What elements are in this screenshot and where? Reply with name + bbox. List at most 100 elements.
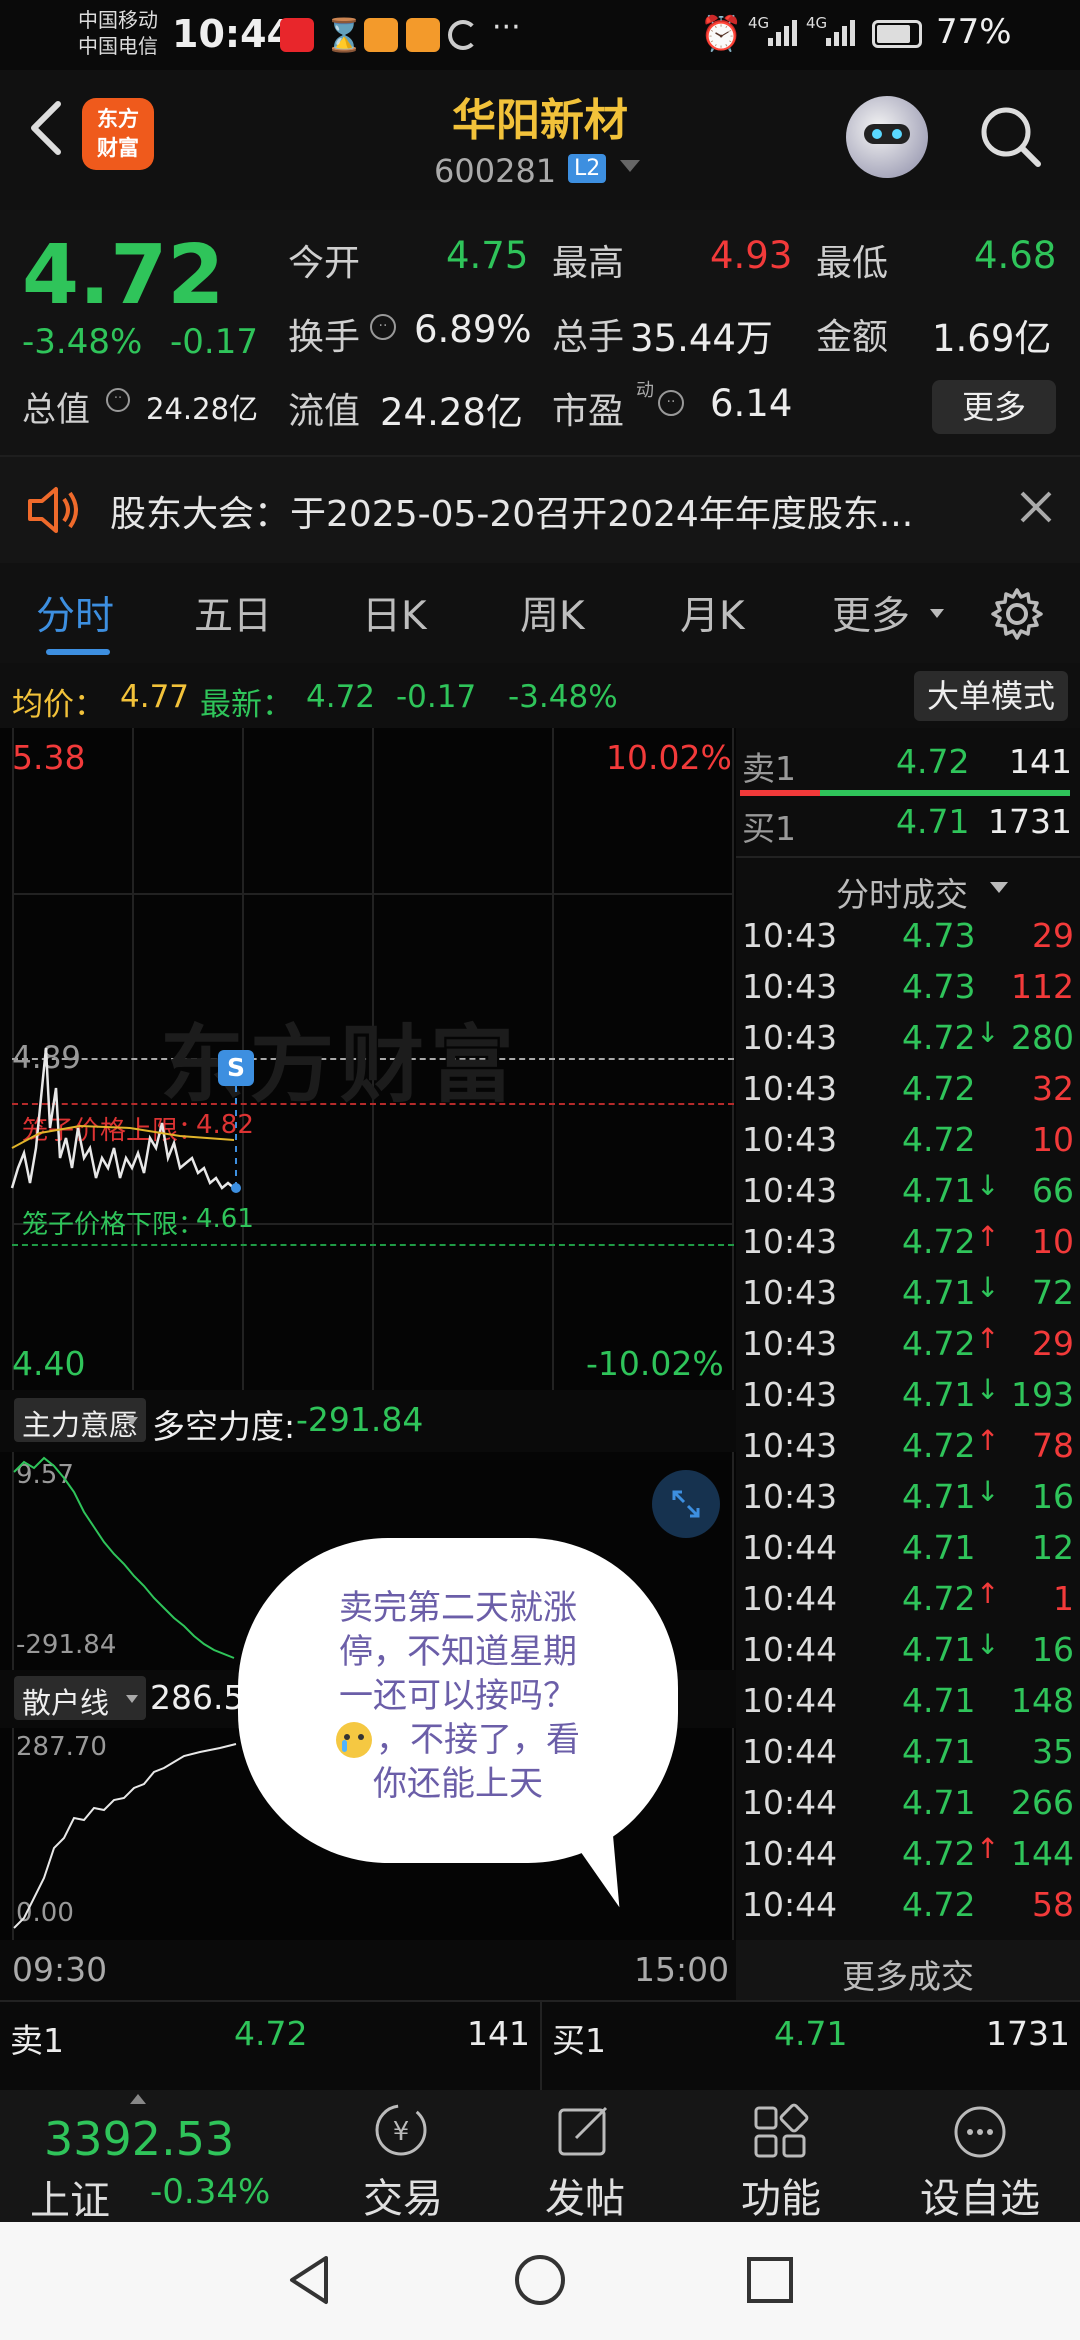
- trade-price: 4.71: [902, 1375, 976, 1414]
- signal-1-icon: [768, 18, 798, 46]
- ob-buy-price: 4.71: [896, 802, 970, 841]
- trade-price: 4.71: [902, 1273, 976, 1312]
- info-icon[interactable]: ··: [658, 390, 684, 416]
- more-trades-label: 更多成交: [842, 1957, 974, 1996]
- trade-row: 10:43 4.71 ↓ 72: [742, 1267, 1080, 1318]
- ob-sell-volume: 141: [1009, 742, 1072, 781]
- trade-price: 4.73: [902, 967, 976, 1006]
- indicator1-selector[interactable]: 主力意愿: [14, 1398, 146, 1442]
- recents-square-icon[interactable]: [742, 2252, 798, 2308]
- chevron-down-icon: [126, 1417, 138, 1425]
- info-icon[interactable]: ··: [370, 314, 396, 340]
- active-tab-indicator: [46, 649, 110, 655]
- trade-row: 10:43 4.71 ↓ 193: [742, 1369, 1080, 1420]
- back-triangle-icon[interactable]: [282, 2252, 338, 2308]
- trade-price: 4.71: [902, 1630, 976, 1669]
- trade-price: 4.71: [902, 1732, 976, 1771]
- index-ticker[interactable]: 3392.53 上证 -0.34%: [0, 2090, 300, 2224]
- bubble-line: 你还能上天: [373, 1764, 543, 1804]
- chevron-down-icon[interactable]: [990, 882, 1008, 893]
- bubble-line: 停，不知道星期: [339, 1632, 577, 1672]
- bottom-nav: 3392.53 上证 -0.34% ¥ 交易 发帖 功能 设自选: [0, 2090, 1080, 2224]
- trade-row: 10:43 4.72 ↑ 10: [742, 1216, 1080, 1267]
- tab-more[interactable]: 更多: [832, 585, 910, 641]
- bottom-sell-volume: 141: [467, 2014, 530, 2053]
- index-value: 3392.53: [44, 2112, 235, 2166]
- ob-buy-volume: 1731: [988, 802, 1072, 841]
- trade-price: 4.72: [902, 1834, 976, 1873]
- trade-price: 4.72: [902, 1324, 976, 1363]
- indicator1-name: 主力意愿: [22, 1408, 139, 1442]
- more-quote-button[interactable]: 更多: [932, 380, 1056, 434]
- trade-row: 10:43 4.72 ↑ 78: [742, 1420, 1080, 1471]
- more-notifications-icon: ···: [492, 10, 521, 45]
- tab-intraday[interactable]: 分时: [36, 585, 114, 641]
- trade-row: 10:43 4.73 29: [742, 910, 1080, 961]
- trade-time: 10:43: [742, 1324, 838, 1363]
- home-circle-icon[interactable]: [512, 2252, 568, 2308]
- chevron-down-icon[interactable]: [930, 609, 944, 618]
- trade-row: 10:43 4.71 ↓ 66: [742, 1165, 1080, 1216]
- amount-label: 金额: [816, 317, 889, 358]
- indicator2-value: 286.5: [150, 1678, 245, 1717]
- trade-row: 10:43 4.73 112: [742, 961, 1080, 1012]
- trades-header[interactable]: 分时成交: [836, 868, 968, 916]
- carrier-2: 中国电信: [78, 34, 158, 58]
- level2-badge[interactable]: L2: [568, 154, 607, 183]
- bubble-line-row: ，不接了，看: [238, 1718, 678, 1762]
- app-notification-icon-2: [364, 18, 398, 52]
- tab-weekly-k[interactable]: 周K: [520, 585, 585, 641]
- trade-price: 4.72: [902, 1120, 976, 1159]
- bubble-line: 一还可以接吗？: [339, 1676, 577, 1716]
- bottom-buy-volume: 1731: [986, 2014, 1070, 2053]
- sell-marker[interactable]: S: [218, 1050, 254, 1086]
- nav-post-label: 发帖: [545, 2176, 625, 2222]
- battery-icon: [872, 20, 922, 48]
- trade-time: 10:43: [742, 1069, 838, 1108]
- tab-monthly-k[interactable]: 月K: [680, 585, 745, 641]
- notice-bar[interactable]: 股东大会：于2025-05-20召开2024年年度股东...: [0, 455, 1080, 563]
- info-icon[interactable]: ··: [106, 388, 130, 412]
- trade-price: 4.72: [902, 1018, 976, 1057]
- bottom-buy-price: 4.71: [774, 2014, 848, 2053]
- expand-icon[interactable]: [652, 1470, 720, 1538]
- tab-daily-k[interactable]: 日K: [362, 585, 427, 641]
- pe-dynamic-mark: 动: [636, 380, 654, 401]
- more-trades-button[interactable]: 更多成交: [736, 1940, 1080, 2000]
- ob-ratio-bar: [740, 790, 1070, 796]
- trade-row: 10:43 4.72 ↑ 29: [742, 1318, 1080, 1369]
- trade-time: 10:43: [742, 1171, 838, 1210]
- current-price: 4.72: [22, 228, 225, 323]
- settings-gear-icon[interactable]: [990, 587, 1044, 641]
- trade-price: 4.72: [902, 1579, 976, 1618]
- turnover-value: 6.89%: [414, 308, 532, 351]
- trade-volume: 1: [1053, 1579, 1074, 1618]
- nav-watchlist[interactable]: 设自选: [890, 2090, 1070, 2222]
- status-time: 10:44: [172, 12, 293, 56]
- nav-trade[interactable]: ¥ 交易: [318, 2090, 488, 2222]
- chevron-up-icon: [130, 2094, 146, 2104]
- speaker-icon: [26, 485, 82, 535]
- tab-five-day[interactable]: 五日: [194, 585, 272, 641]
- big-order-mode-button[interactable]: 大单模式: [914, 671, 1068, 721]
- divider: [736, 856, 1080, 858]
- chevron-down-icon[interactable]: [620, 160, 640, 172]
- carrier-1: 中国移动: [78, 8, 158, 32]
- robot-assistant-icon[interactable]: [846, 96, 928, 178]
- trade-time: 10:43: [742, 1477, 838, 1516]
- nav-function[interactable]: 功能: [696, 2090, 866, 2222]
- chart-tabs: 分时 五日 日K 周K 月K 更多: [0, 563, 1080, 663]
- nav-post[interactable]: 发帖: [500, 2090, 670, 2222]
- trade-row: 10:44 4.71 ↓ 16: [742, 1624, 1080, 1675]
- close-icon[interactable]: [1016, 487, 1056, 527]
- bottom-order-row: 卖1 4.72 141 买1 4.71 1731: [0, 2000, 1080, 2092]
- search-icon[interactable]: [976, 102, 1046, 172]
- latest-value: 4.72: [306, 679, 376, 715]
- intraday-chart[interactable]: 东方财富 5.38 10.02% 4.89 笼子价格上限： 4.82 笼子价格下…: [0, 728, 736, 1390]
- trade-volume: 35: [1032, 1732, 1074, 1771]
- latest-change: -0.17: [396, 679, 477, 715]
- volume-value: 35.44万: [630, 317, 773, 360]
- indicator2-selector[interactable]: 散户线: [14, 1676, 146, 1720]
- trade-volume: 10: [1032, 1120, 1074, 1159]
- bubble-text: 卖完第二天就涨 停，不知道星期 一还可以接吗？ ，不接了，看 你还能上天: [238, 1586, 678, 1806]
